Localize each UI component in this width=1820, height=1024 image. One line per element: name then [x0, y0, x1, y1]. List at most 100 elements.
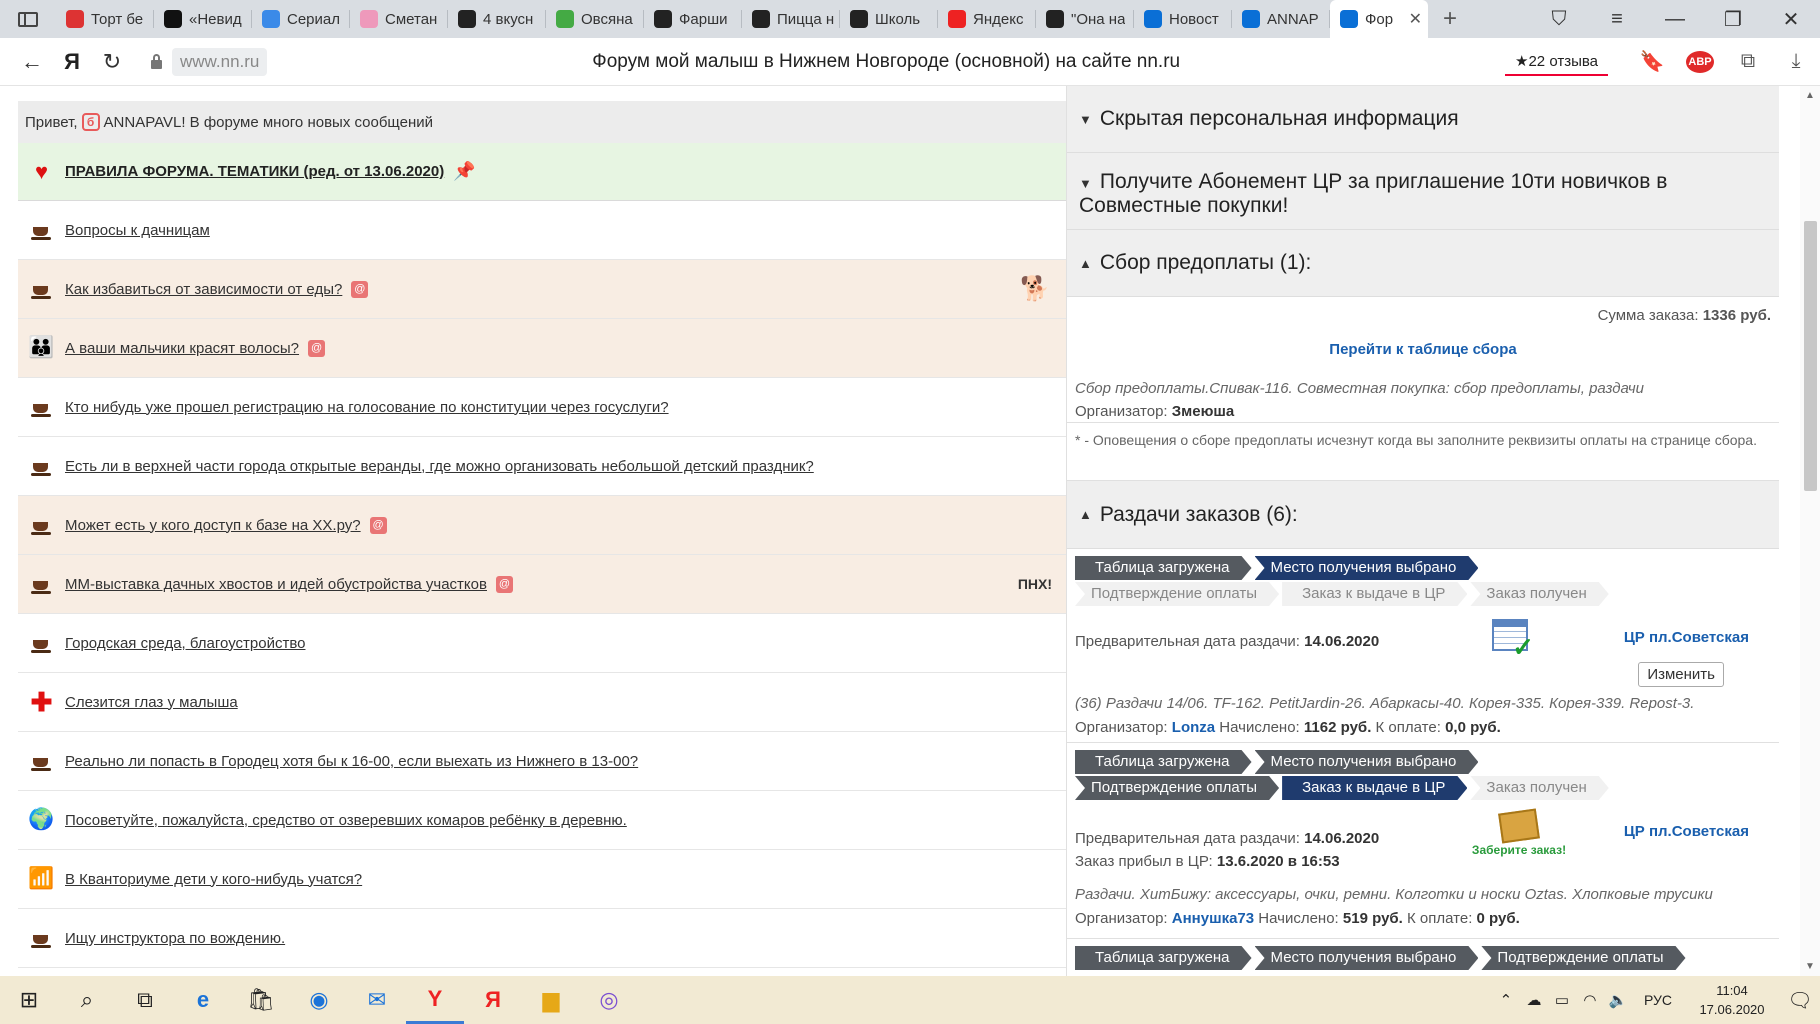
url-domain[interactable]: www.nn.ru: [172, 47, 268, 76]
prepay-header[interactable]: ▲ Сбор предоплаты (1):: [1067, 230, 1779, 297]
reviews-button[interactable]: ★22 отзыва: [1505, 48, 1608, 76]
browser-tab[interactable]: Сметан: [350, 0, 448, 38]
wifi-icon[interactable]: ◠: [1576, 991, 1604, 1009]
browser-tab[interactable]: Торт бе: [56, 0, 154, 38]
scroll-thumb[interactable]: [1804, 221, 1817, 491]
lock-icon[interactable]: [144, 54, 168, 69]
viber-icon[interactable]: ◎: [580, 976, 638, 1024]
topic-link[interactable]: Как избавиться от зависимости от еды?: [65, 281, 342, 298]
bookmark-icon[interactable]: 🔖: [1628, 38, 1676, 86]
page-title[interactable]: Форум мой малыш в Нижнем Новгороде (осно…: [267, 51, 1505, 73]
reload-icon[interactable]: ↻: [92, 38, 132, 86]
tab-label: Школь: [875, 10, 921, 28]
cloud-icon[interactable]: ☁: [1520, 991, 1548, 1009]
sidebar-toggle-icon[interactable]: [0, 0, 56, 38]
change-button[interactable]: Изменить: [1638, 662, 1724, 687]
new-tab-button[interactable]: +: [1428, 0, 1472, 38]
scroll-down-icon[interactable]: ▼: [1805, 961, 1815, 972]
topic-link[interactable]: Кто нибудь уже прошел регистрацию на гол…: [65, 399, 669, 416]
organizer-link[interactable]: Аннушка73: [1172, 910, 1254, 927]
promo-header[interactable]: ▼ Получите Абонемент ЦР за приглашение 10…: [1067, 153, 1779, 230]
browser-tab-bar: Торт бе «Невид Сериал Сметан 4 вкусн Овсяна Фа…: [0, 0, 1820, 38]
topic-link[interactable]: Есть ли в верхней части города открытые …: [65, 458, 814, 475]
browser-tab[interactable]: Новост: [1134, 0, 1232, 38]
topic-link[interactable]: В Кванториуме дети у кого-нибудь учатся?: [65, 871, 362, 888]
browser-tab[interactable]: Школь: [840, 0, 938, 38]
browser-tab[interactable]: «Невид: [154, 0, 252, 38]
close-window-icon[interactable]: ✕: [1762, 0, 1820, 38]
edge-icon[interactable]: e: [174, 976, 232, 1024]
calendar-check-icon: ✓: [1492, 619, 1534, 660]
browser-tab[interactable]: "Она на: [1036, 0, 1134, 38]
topic-link[interactable]: Реально ли попасть в Городец хотя бы к 1…: [65, 753, 638, 770]
windows-start-icon[interactable]: ⊞: [0, 976, 58, 1024]
volume-icon[interactable]: 🔈: [1604, 991, 1632, 1009]
forum-rules-link[interactable]: ПРАВИЛА ФОРУМА. ТЕМАТИКИ (ред. от 13.06.…: [65, 163, 444, 180]
restore-icon[interactable]: ❐: [1704, 0, 1762, 38]
topic-link[interactable]: ММ-выставка дачных хвостов и идей обустр…: [65, 576, 487, 593]
distributions-header[interactable]: ▲ Раздачи заказов (6):: [1067, 481, 1779, 549]
arrival-time: 13.6.2020 в 16:53: [1216, 853, 1340, 870]
coffee-cup-icon: [18, 397, 65, 417]
hidden-info-header[interactable]: ▼ Скрытая персональная информация: [1067, 86, 1779, 153]
pickup-package-icon: Заберите заказ!: [1459, 808, 1579, 857]
browser-tab[interactable]: Пицца н: [742, 0, 840, 38]
tab-label: Овсяна: [581, 10, 633, 28]
pickup-place-link[interactable]: ЦР пл.Советская: [1624, 823, 1749, 840]
back-arrow-icon[interactable]: ←: [12, 38, 52, 86]
chevron-down-icon: ▼: [1079, 111, 1092, 127]
yandex-icon[interactable]: Я: [464, 976, 522, 1024]
battery-icon[interactable]: ▭: [1548, 991, 1576, 1009]
organizer-link[interactable]: Lonza: [1172, 719, 1215, 736]
language-indicator[interactable]: РУС: [1644, 992, 1672, 1008]
browser-compass-icon[interactable]: ◉: [290, 976, 348, 1024]
minimize-icon[interactable]: —: [1646, 0, 1704, 38]
topic-link[interactable]: Городская среда, благоустройство: [65, 635, 305, 652]
topic-link[interactable]: А ваши мальчики красят волосы?: [65, 340, 299, 357]
vertical-scrollbar[interactable]: ▲ ▼: [1800, 86, 1820, 976]
browser-tab[interactable]: Фор ✕: [1330, 0, 1428, 38]
tab-favicon-icon: [66, 10, 84, 28]
clock[interactable]: 11:04 17.06.2020: [1692, 981, 1772, 1019]
tab-label: 4 вкусн: [483, 10, 534, 28]
topic-link[interactable]: Слезится глаз у малыша: [65, 694, 238, 711]
tab-label: Фарши: [679, 10, 728, 28]
topic-link[interactable]: Вопросы к дачницам: [65, 222, 210, 239]
chevron-up-icon[interactable]: ⌃: [1492, 991, 1520, 1009]
task-view-icon[interactable]: ⧉: [116, 976, 174, 1024]
notification-icon[interactable]: 🗨: [1780, 988, 1820, 1013]
browser-tab[interactable]: Фарши: [644, 0, 742, 38]
browser-tab[interactable]: Сериал: [252, 0, 350, 38]
prepay-organizer[interactable]: Змеюша: [1172, 403, 1235, 420]
tab-favicon-icon: [1242, 10, 1260, 28]
email-badge-icon: @: [495, 575, 513, 593]
mail-icon[interactable]: ✉: [348, 976, 406, 1024]
topic-link[interactable]: Может есть у кого доступ к базе на XX.ру…: [65, 517, 361, 534]
translate-icon[interactable]: ⧉: [1724, 38, 1772, 86]
file-explorer-icon[interactable]: ▆: [522, 976, 580, 1024]
tab-label: Пицца н: [777, 10, 834, 28]
scroll-up-icon[interactable]: ▲: [1805, 90, 1815, 101]
browser-tab[interactable]: Овсяна: [546, 0, 644, 38]
browser-tab[interactable]: Яндекс: [938, 0, 1036, 38]
pickup-place-link[interactable]: ЦР пл.Советская: [1624, 629, 1749, 646]
yandex-browser-icon[interactable]: Y: [406, 976, 464, 1024]
coffee-cup-icon: [18, 928, 65, 948]
prepay-body: Сумма заказа: 1336 руб. Перейти к таблиц…: [1067, 297, 1779, 423]
step-received: Заказ получен: [1470, 776, 1608, 800]
download-icon[interactable]: ⤓: [1772, 38, 1820, 86]
go-to-table-link[interactable]: Перейти к таблице сбора: [1329, 341, 1516, 358]
bookmarks-collection-icon[interactable]: ⛉: [1530, 0, 1588, 38]
store-icon[interactable]: 🛍: [232, 976, 290, 1024]
search-icon[interactable]: ⌕: [58, 976, 116, 1024]
yandex-logo-icon[interactable]: Я: [52, 38, 92, 86]
tab-label: Сметан: [385, 10, 438, 28]
browser-tab[interactable]: ANNAP: [1232, 0, 1330, 38]
menu-icon[interactable]: ≡: [1588, 0, 1646, 38]
browser-tab[interactable]: 4 вкусн: [448, 0, 546, 38]
email-badge-icon: @: [369, 516, 387, 534]
topic-link[interactable]: Ищу инструктора по вождению.: [65, 930, 285, 947]
close-tab-icon[interactable]: ✕: [1409, 9, 1422, 29]
topic-link[interactable]: Посоветуйте, пожалуйста, средство от озв…: [65, 812, 627, 829]
adblock-extension-icon[interactable]: ABP: [1676, 38, 1724, 86]
